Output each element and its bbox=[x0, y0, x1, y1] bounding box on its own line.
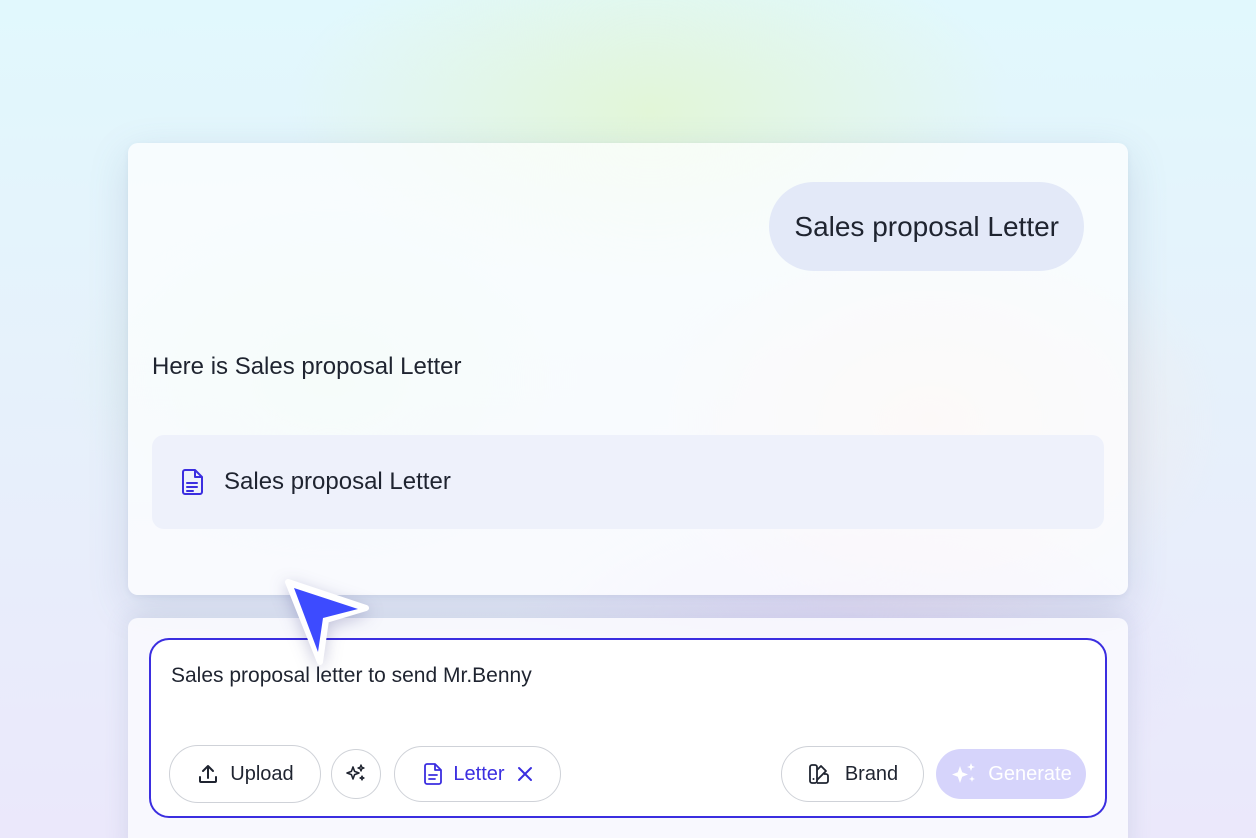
brand-button[interactable]: Brand bbox=[781, 746, 924, 802]
sparkles-icon bbox=[345, 763, 367, 785]
brand-label: Brand bbox=[844, 762, 899, 785]
document-icon bbox=[422, 762, 444, 786]
upload-label: Upload bbox=[230, 762, 294, 785]
upload-icon bbox=[196, 762, 220, 786]
assistant-reply-text: Here is Sales proposal Letter bbox=[152, 353, 462, 380]
letter-tag-label: Letter bbox=[453, 762, 505, 785]
magic-enhance-button[interactable] bbox=[331, 749, 381, 799]
chat-panel: Sales proposal Letter Here is Sales prop… bbox=[128, 143, 1128, 595]
close-icon[interactable] bbox=[517, 766, 533, 782]
user-message-bubble: Sales proposal Letter bbox=[769, 182, 1084, 271]
upload-button[interactable]: Upload bbox=[169, 745, 321, 803]
user-message-text: Sales proposal Letter bbox=[794, 210, 1059, 242]
document-card[interactable]: Sales proposal Letter bbox=[152, 435, 1104, 529]
palette-swatch-icon bbox=[807, 762, 831, 786]
pointer-cursor-icon bbox=[285, 579, 369, 665]
generate-button[interactable]: Generate bbox=[936, 749, 1086, 799]
generate-label: Generate bbox=[988, 762, 1072, 785]
sparkles-icon bbox=[950, 761, 978, 787]
document-title: Sales proposal Letter bbox=[224, 468, 451, 495]
composer-panel: Upload Letter bbox=[128, 618, 1128, 838]
letter-tag-chip[interactable]: Letter bbox=[394, 746, 561, 802]
document-icon bbox=[176, 466, 208, 498]
